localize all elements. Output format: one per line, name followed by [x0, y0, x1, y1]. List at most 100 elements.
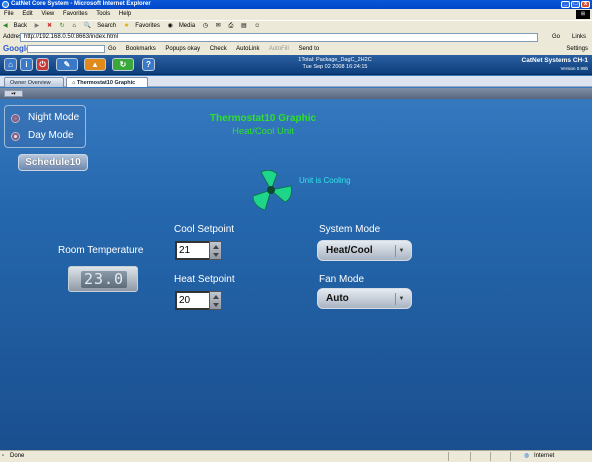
- mode-selector: Night Mode Day Mode: [4, 105, 86, 148]
- google-popups-button[interactable]: Popups okay: [165, 46, 200, 52]
- google-settings-button[interactable]: Settings: [566, 43, 588, 55]
- address-input[interactable]: http://192.168.0.50:8663/index.html: [20, 33, 538, 42]
- cool-setpoint-input[interactable]: 21: [175, 241, 209, 260]
- maximize-button[interactable]: □: [571, 1, 580, 8]
- view-menu-button[interactable]: ▪▾: [4, 90, 23, 97]
- chevron-down-icon[interactable]: ▼: [395, 245, 407, 257]
- address-bar: Address http://192.168.0.50:8663/index.h…: [0, 32, 592, 43]
- page-icon: ▫: [2, 453, 5, 459]
- help-icon[interactable]: ?: [142, 58, 155, 71]
- menu-view[interactable]: View: [41, 11, 54, 17]
- close-button[interactable]: x: [581, 1, 590, 8]
- status-divider: [448, 452, 449, 461]
- google-sendto-button[interactable]: Send to: [299, 46, 320, 52]
- brand-name: CatNet Systems CH-1: [521, 57, 588, 64]
- forward-arrow-icon[interactable]: ▶: [35, 23, 40, 29]
- page-subtitle: Heat/Cool Unit: [232, 126, 294, 137]
- heat-setpoint-buttons[interactable]: [209, 291, 222, 310]
- favorites-button[interactable]: Favorites: [135, 23, 160, 29]
- go-button[interactable]: Go: [552, 32, 560, 42]
- night-mode-label[interactable]: Night Mode: [28, 112, 79, 123]
- tab-thermostat10-label: Thermostat10 Graphic: [76, 80, 136, 86]
- decrement-arrow-icon[interactable]: [213, 253, 219, 257]
- menu-edit[interactable]: Edit: [22, 11, 32, 17]
- info-icon[interactable]: i: [20, 58, 33, 71]
- day-mode-radio[interactable]: [11, 132, 20, 141]
- system-mode-dropdown[interactable]: Heat/Cool ▼: [317, 240, 412, 261]
- google-toolbar: Google Go Bookmarks Popups okay Check Au…: [0, 43, 592, 55]
- media-icon: ◉: [167, 23, 173, 29]
- tab-owner-overview[interactable]: Owner Overview: [4, 77, 64, 87]
- chevron-down-icon[interactable]: ▼: [395, 293, 407, 305]
- home-icon[interactable]: ⌂: [72, 23, 76, 29]
- home-icon[interactable]: ⌂: [4, 58, 17, 71]
- google-go-button[interactable]: Go: [108, 46, 116, 52]
- heat-setpoint-stepper[interactable]: 20: [175, 291, 222, 310]
- refresh-icon[interactable]: ↻: [60, 23, 65, 29]
- links-button[interactable]: Links: [572, 32, 586, 42]
- messenger-icon[interactable]: ☺: [254, 23, 260, 29]
- header-datetime: Tue Sep 02 2008 16:24:15: [302, 64, 368, 70]
- cool-setpoint-stepper[interactable]: 21: [175, 241, 222, 260]
- page-title: Thermostat10 Graphic: [209, 113, 317, 124]
- tools-icon[interactable]: ✎: [56, 58, 78, 71]
- mail-icon[interactable]: ✉: [216, 23, 221, 29]
- tab-bar: Owner Overview ⌂ Thermostat10 Graphic: [0, 76, 592, 87]
- heat-setpoint-label: Heat Setpoint: [174, 274, 235, 285]
- browser-toolbar: ◀ Back ▶ ✖ ↻ ⌂ 🔍 Search ★ Favorites ◉ Media …: [0, 20, 592, 32]
- status-bar: ▫ Done ◍ Internet: [0, 450, 592, 462]
- fan-mode-label: Fan Mode: [319, 274, 365, 285]
- google-autofill-button[interactable]: AutoFill: [269, 46, 289, 52]
- back-button[interactable]: Back: [14, 23, 27, 29]
- google-bookmarks-button[interactable]: Bookmarks: [126, 46, 156, 52]
- minimize-button[interactable]: _: [561, 1, 570, 8]
- schedule-button[interactable]: Schedule10: [18, 154, 88, 171]
- print-icon[interactable]: ⎙: [228, 23, 233, 29]
- room-temperature-label: Room Temperature: [58, 245, 144, 256]
- menu-help[interactable]: Help: [119, 11, 131, 17]
- warning-icon[interactable]: ▲: [84, 58, 106, 71]
- unit-status: Unit is Cooling: [299, 176, 351, 185]
- room-temperature-value: 23.0: [81, 271, 127, 288]
- decrement-arrow-icon[interactable]: [213, 303, 219, 307]
- window-title-bar: CatNet Core System - Microsoft Internet …: [0, 0, 592, 9]
- cool-setpoint-buttons[interactable]: [209, 241, 222, 260]
- google-search-input[interactable]: [27, 45, 105, 53]
- sub-toolbar: ▪▾: [0, 88, 592, 99]
- search-icon: 🔍: [83, 23, 92, 29]
- google-check-button[interactable]: Check: [210, 46, 227, 52]
- heat-setpoint-input[interactable]: 20: [175, 291, 209, 310]
- increment-arrow-icon[interactable]: [213, 295, 219, 299]
- menu-favorites[interactable]: Favorites: [63, 11, 88, 17]
- day-mode-label[interactable]: Day Mode: [28, 130, 74, 141]
- app-area: ⌂ i ⏻ ✎ ▲ ↻ ? 1Total: Package_DagC_2H2C …: [0, 55, 592, 450]
- history-icon[interactable]: ◷: [203, 23, 208, 29]
- google-toolbar-items: Go Bookmarks Popups okay Check AutoLink …: [108, 43, 327, 55]
- fan-mode-dropdown[interactable]: Auto ▼: [317, 288, 412, 309]
- system-mode-value: Heat/Cool: [326, 245, 373, 256]
- windows-logo-icon: ⊞: [576, 10, 590, 19]
- menu-file[interactable]: File: [4, 11, 14, 17]
- media-button[interactable]: Media: [179, 23, 195, 29]
- tab-thermostat10-graphic[interactable]: ⌂ Thermostat10 Graphic: [66, 77, 148, 87]
- increment-arrow-icon[interactable]: [213, 245, 219, 249]
- stop-icon[interactable]: ✖: [47, 23, 52, 29]
- menu-tools[interactable]: Tools: [96, 11, 110, 17]
- system-mode-label: System Mode: [319, 224, 381, 235]
- refresh-app-icon[interactable]: ↻: [112, 58, 134, 71]
- night-mode-radio[interactable]: [11, 114, 20, 123]
- edit-page-icon[interactable]: ▤: [241, 23, 247, 29]
- header-brand: CatNet Systems CH-1 Version 0.99b: [522, 57, 588, 72]
- status-divider: [510, 452, 511, 461]
- ie-icon: [2, 1, 9, 8]
- power-icon[interactable]: ⏻: [36, 58, 49, 71]
- fan-icon: [252, 170, 292, 211]
- google-autolink-button[interactable]: AutoLink: [236, 46, 259, 52]
- search-button[interactable]: Search: [97, 23, 116, 29]
- status-text: Done: [10, 453, 25, 459]
- zone-text: Internet: [534, 453, 555, 459]
- header-info: 1Total: Package_DagC_2H2C Tue Sep 02 200…: [260, 57, 410, 71]
- back-arrow-icon[interactable]: ◀: [3, 23, 8, 29]
- favorites-icon: ★: [123, 23, 130, 29]
- room-temperature-display: 23.0: [68, 266, 138, 292]
